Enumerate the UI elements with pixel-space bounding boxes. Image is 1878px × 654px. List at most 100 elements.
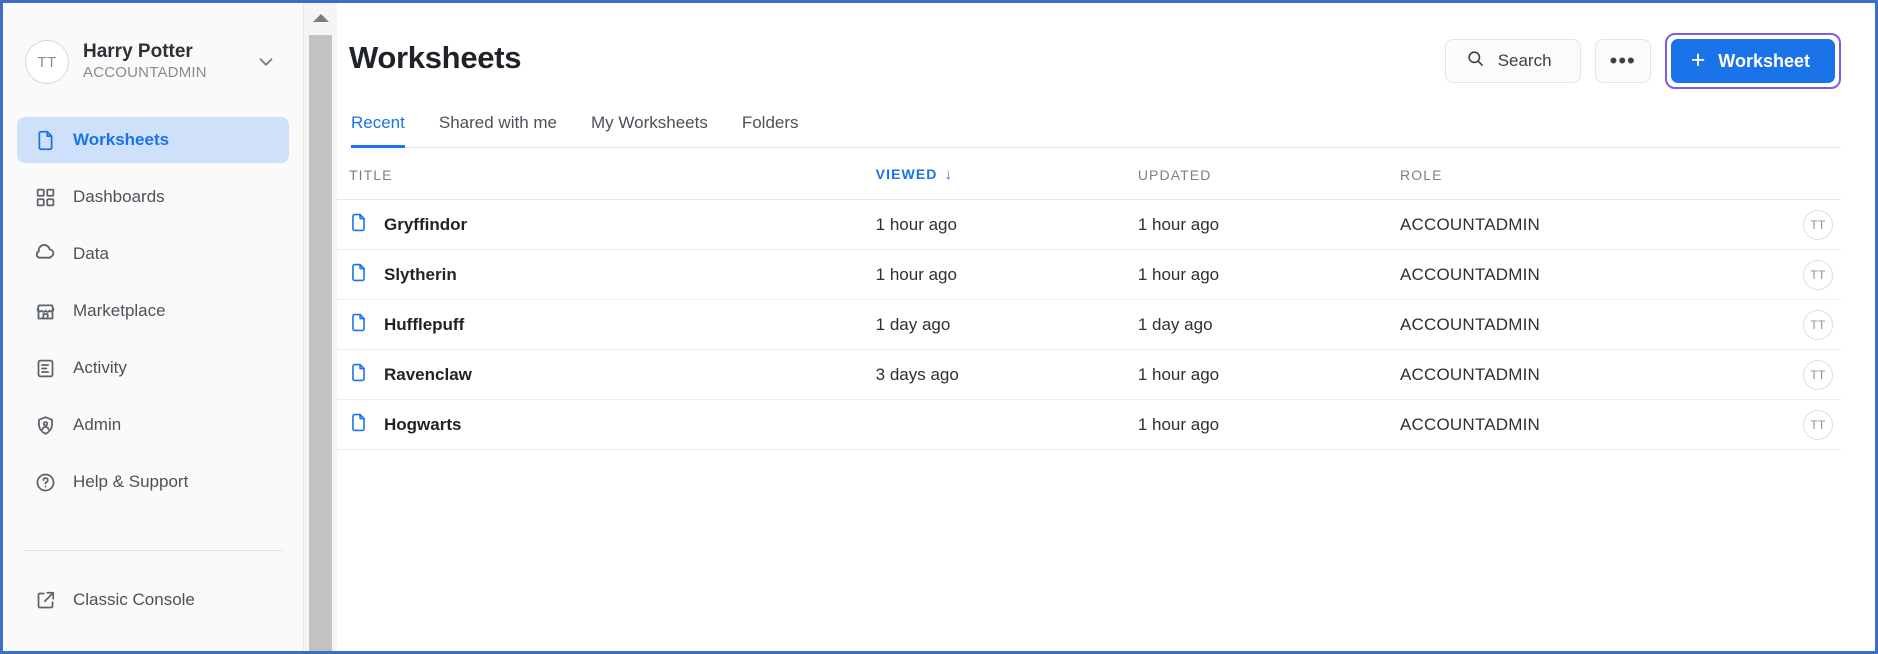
sidebar-item-admin[interactable]: Admin xyxy=(17,402,289,448)
grid-icon xyxy=(33,185,57,209)
cell-owner: TT xyxy=(1733,199,1841,250)
sidebar-item-label: Data xyxy=(73,244,109,263)
column-header-updated[interactable]: UPDATED xyxy=(1137,166,1401,200)
cell-viewed: 1 hour ago xyxy=(875,249,1138,300)
cloud-icon xyxy=(33,242,57,266)
cell-updated: 1 hour ago xyxy=(1137,249,1401,300)
page-header: Worksheets Search ••• + Worksheet xyxy=(349,3,1841,89)
sidebar-item-data[interactable]: Data xyxy=(17,231,289,277)
question-icon xyxy=(33,470,57,494)
worksheet-file-icon xyxy=(349,413,368,437)
cell-viewed: 1 day ago xyxy=(875,299,1138,350)
column-header-viewed[interactable]: VIEWED ↓ xyxy=(875,166,1138,200)
sidebar-item-label: Dashboards xyxy=(73,187,165,206)
sidebar-item-activity[interactable]: Activity xyxy=(17,345,289,391)
tab-shared-with-me[interactable]: Shared with me xyxy=(439,113,557,148)
tab-bar: Recent Shared with me My Worksheets Fold… xyxy=(349,113,1841,148)
sidebar: TT Harry Potter ACCOUNTADMIN Worksheets xyxy=(3,3,337,651)
sidebar-scrollbar[interactable] xyxy=(303,3,337,651)
cell-updated: 1 hour ago xyxy=(1137,399,1401,450)
more-options-button[interactable]: ••• xyxy=(1594,39,1651,83)
account-switcher[interactable]: TT Harry Potter ACCOUNTADMIN xyxy=(3,3,303,95)
sidebar-item-marketplace[interactable]: Marketplace xyxy=(17,288,289,334)
worksheet-file-icon xyxy=(349,213,368,237)
cell-owner: TT xyxy=(1733,399,1841,450)
document-icon xyxy=(33,128,57,152)
column-header-label: ROLE xyxy=(1400,166,1443,183)
table-row[interactable]: Slytherin 1 hour ago 1 hour ago ACCOUNTA… xyxy=(337,249,1841,300)
cell-updated: 1 hour ago xyxy=(1137,199,1401,250)
column-header-label: VIEWED xyxy=(875,166,938,182)
main-content: Worksheets Search ••• + Worksheet Recent… xyxy=(337,3,1875,651)
sidebar-item-dashboards[interactable]: Dashboards xyxy=(17,174,289,220)
tab-my-worksheets[interactable]: My Worksheets xyxy=(591,113,708,148)
cell-updated: 1 day ago xyxy=(1137,299,1401,350)
sort-descending-icon: ↓ xyxy=(944,166,954,183)
owner-avatar: TT xyxy=(1803,409,1833,440)
worksheet-title: Ravenclaw xyxy=(384,364,472,384)
sidebar-item-classic-console[interactable]: Classic Console xyxy=(17,577,289,623)
storefront-icon xyxy=(33,299,57,323)
external-link-icon xyxy=(33,588,57,612)
sidebar-item-help-support[interactable]: Help & Support xyxy=(17,459,289,505)
table-body: Gryffindor 1 hour ago 1 hour ago ACCOUNT… xyxy=(337,199,1841,450)
owner-avatar: TT xyxy=(1803,259,1833,290)
cell-title[interactable]: Hufflepuff xyxy=(337,299,876,350)
cell-title[interactable]: Ravenclaw xyxy=(337,349,876,400)
page-title: Worksheets xyxy=(349,40,522,75)
cell-role: ACCOUNTADMIN xyxy=(1400,299,1734,350)
sidebar-divider xyxy=(23,550,283,551)
column-header-label: UPDATED xyxy=(1137,166,1212,183)
list-doc-icon xyxy=(33,356,57,380)
new-worksheet-button[interactable]: + Worksheet xyxy=(1670,39,1835,83)
cell-viewed: 1 hour ago xyxy=(875,199,1138,250)
chevron-down-icon[interactable] xyxy=(255,51,277,73)
account-text: Harry Potter ACCOUNTADMIN xyxy=(83,41,255,83)
table-row[interactable]: Gryffindor 1 hour ago 1 hour ago ACCOUNT… xyxy=(337,199,1841,250)
column-header-label: TITLE xyxy=(349,166,393,183)
cell-title[interactable]: Gryffindor xyxy=(337,199,876,250)
scroll-up-arrow-icon[interactable] xyxy=(304,3,337,33)
sidebar-item-label: Activity xyxy=(73,358,127,377)
table-header: TITLE VIEWED ↓ UPDATED ROLE xyxy=(337,166,1841,200)
plus-icon: + xyxy=(1690,45,1706,74)
account-name: Harry Potter xyxy=(83,41,193,62)
table-row[interactable]: Ravenclaw 3 days ago 1 hour ago ACCOUNTA… xyxy=(337,349,1841,400)
cell-viewed: 3 days ago xyxy=(875,349,1138,400)
app-window: TT Harry Potter ACCOUNTADMIN Worksheets xyxy=(0,0,1878,654)
worksheet-file-icon xyxy=(349,363,368,387)
worksheet-title: Slytherin xyxy=(384,264,457,284)
avatar: TT xyxy=(25,40,69,84)
sidebar-item-worksheets[interactable]: Worksheets xyxy=(17,117,289,163)
account-role: ACCOUNTADMIN xyxy=(83,64,207,81)
search-button[interactable]: Search xyxy=(1444,39,1581,83)
new-worksheet-focus-ring: + Worksheet xyxy=(1664,33,1841,89)
cell-role: ACCOUNTADMIN xyxy=(1400,399,1734,450)
sidebar-item-label: Admin xyxy=(73,415,122,434)
table-row[interactable]: Hufflepuff 1 day ago 1 day ago ACCOUNTAD… xyxy=(337,299,1841,350)
tab-folders[interactable]: Folders xyxy=(742,113,799,148)
sidebar-item-label: Help & Support xyxy=(73,472,189,491)
sidebar-nav: Worksheets Dashboards Data Marketplace A… xyxy=(3,117,303,516)
scrollbar-thumb[interactable] xyxy=(309,35,332,651)
owner-avatar: TT xyxy=(1803,209,1833,240)
tab-recent[interactable]: Recent xyxy=(351,113,405,148)
search-button-label: Search xyxy=(1497,51,1552,70)
column-header-title[interactable]: TITLE xyxy=(337,166,876,200)
shield-user-icon xyxy=(33,413,57,437)
worksheet-title: Gryffindor xyxy=(384,214,468,234)
cell-owner: TT xyxy=(1733,349,1841,400)
cell-viewed xyxy=(875,399,1138,450)
header-actions: Search ••• + Worksheet xyxy=(1444,31,1841,89)
table-header-row: TITLE VIEWED ↓ UPDATED ROLE xyxy=(337,166,1841,200)
cell-role: ACCOUNTADMIN xyxy=(1400,199,1734,250)
owner-avatar: TT xyxy=(1803,309,1833,340)
cell-title[interactable]: Slytherin xyxy=(337,249,876,300)
owner-avatar: TT xyxy=(1803,359,1833,390)
column-header-role[interactable]: ROLE xyxy=(1400,166,1734,200)
worksheets-table: TITLE VIEWED ↓ UPDATED ROLE Gryffindor 1… xyxy=(337,166,1841,450)
sidebar-item-label: Marketplace xyxy=(73,301,166,320)
table-row[interactable]: Hogwarts 1 hour ago ACCOUNTADMIN TT xyxy=(337,399,1841,450)
cell-title[interactable]: Hogwarts xyxy=(337,399,876,450)
